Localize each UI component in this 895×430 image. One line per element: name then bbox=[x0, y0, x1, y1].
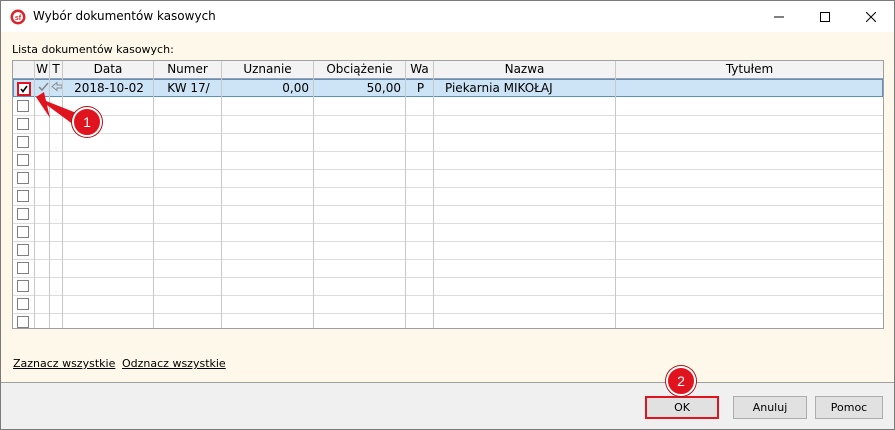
column-header-check bbox=[13, 61, 34, 78]
column-header-currency[interactable]: Wa bbox=[406, 61, 433, 78]
column-divider bbox=[615, 61, 616, 328]
row-checkbox[interactable] bbox=[17, 82, 31, 96]
column-header-name[interactable]: Nazwa bbox=[434, 61, 615, 78]
row-checkbox[interactable] bbox=[17, 226, 29, 238]
table-row[interactable] bbox=[13, 313, 883, 328]
table-row[interactable] bbox=[13, 223, 883, 242]
row-checkbox[interactable] bbox=[17, 298, 29, 310]
documents-grid[interactable]: W T Data Numer Uznanie Obciążenie Wa Naz… bbox=[12, 60, 884, 329]
row-checkbox[interactable] bbox=[17, 316, 29, 328]
select-all-link[interactable]: Zaznacz wszystkie bbox=[13, 357, 115, 370]
table-row[interactable]: 2018-10-02 KW 17/ 0,00 50,00 P Piekarnia… bbox=[13, 79, 883, 97]
table-row[interactable] bbox=[13, 241, 883, 260]
deselect-all-link[interactable]: Odznacz wszystkie bbox=[122, 357, 226, 370]
close-icon bbox=[866, 11, 876, 22]
column-divider bbox=[313, 61, 314, 328]
app-logo-icon: sf bbox=[10, 9, 26, 25]
cell-date: 2018-10-02 bbox=[74, 81, 144, 95]
table-row[interactable] bbox=[13, 259, 883, 278]
column-divider bbox=[49, 61, 50, 328]
minimize-button[interactable] bbox=[756, 1, 802, 32]
row-checkbox[interactable] bbox=[17, 118, 29, 130]
column-header-title[interactable]: Tytułem bbox=[616, 61, 883, 78]
title-bar: sf Wybór dokumentów kasowych bbox=[1, 1, 894, 32]
column-divider bbox=[153, 61, 154, 328]
row-checkbox[interactable] bbox=[17, 172, 29, 184]
row-checkbox[interactable] bbox=[17, 262, 29, 274]
cell-title bbox=[617, 80, 883, 97]
table-row[interactable] bbox=[13, 151, 883, 170]
table-row[interactable] bbox=[13, 169, 883, 188]
column-header-number[interactable]: Numer bbox=[154, 61, 221, 78]
column-divider bbox=[405, 61, 406, 328]
cancel-button[interactable]: Anuluj bbox=[733, 396, 807, 419]
table-row[interactable] bbox=[13, 277, 883, 296]
table-row[interactable] bbox=[13, 115, 883, 134]
table-row[interactable] bbox=[13, 97, 883, 116]
ok-button[interactable]: OK bbox=[645, 396, 719, 419]
cell-name: Piekarnia MIKOŁAJ bbox=[445, 81, 553, 95]
column-header-debit[interactable]: Obciążenie bbox=[314, 61, 405, 78]
row-checkbox[interactable] bbox=[17, 154, 29, 166]
column-header-date[interactable]: Data bbox=[63, 61, 153, 78]
row-checkbox[interactable] bbox=[17, 244, 29, 256]
row-checkbox[interactable] bbox=[17, 136, 29, 148]
maximize-button[interactable] bbox=[802, 1, 848, 32]
table-row[interactable] bbox=[13, 133, 883, 152]
column-header-w[interactable]: W bbox=[35, 61, 49, 78]
cell-currency: P bbox=[416, 81, 425, 95]
table-row[interactable] bbox=[13, 205, 883, 224]
cell-debit: 50,00 bbox=[366, 81, 401, 95]
row-checkbox[interactable] bbox=[17, 208, 29, 220]
row-checkbox[interactable] bbox=[17, 100, 29, 112]
dialog-window: sf Wybór dokumentów kasowych Lista dokum… bbox=[0, 0, 895, 430]
column-divider bbox=[62, 61, 63, 328]
cell-credit: 0,00 bbox=[282, 81, 309, 95]
close-button[interactable] bbox=[848, 1, 894, 32]
window-title: Wybór dokumentów kasowych bbox=[33, 9, 216, 23]
column-divider bbox=[221, 61, 222, 328]
column-divider bbox=[433, 61, 434, 328]
svg-text:sf: sf bbox=[15, 15, 22, 22]
row-checkbox[interactable] bbox=[17, 280, 29, 292]
list-label: Lista dokumentów kasowych: bbox=[12, 43, 174, 56]
table-row[interactable] bbox=[13, 295, 883, 314]
grid-header: W T Data Numer Uznanie Obciążenie Wa Naz… bbox=[13, 61, 883, 79]
step-badge-1: 1 bbox=[72, 107, 102, 137]
column-divider bbox=[34, 61, 35, 328]
row-checkbox[interactable] bbox=[17, 190, 29, 202]
cell-number: KW 17/ bbox=[167, 81, 210, 95]
step-badge-2: 2 bbox=[666, 366, 696, 396]
column-header-t[interactable]: T bbox=[50, 61, 62, 78]
checkmark-icon bbox=[20, 85, 28, 93]
table-row[interactable] bbox=[13, 187, 883, 206]
maximize-icon bbox=[820, 11, 830, 22]
help-button[interactable]: Pomoc bbox=[815, 396, 883, 419]
minimize-icon bbox=[774, 16, 784, 17]
column-header-credit[interactable]: Uznanie bbox=[222, 61, 313, 78]
